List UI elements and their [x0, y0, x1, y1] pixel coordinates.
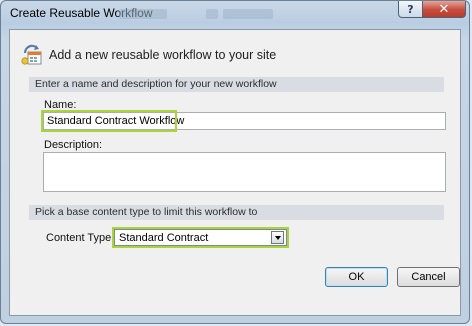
name-label: Name: — [44, 99, 77, 111]
help-button[interactable]: ? — [398, 1, 423, 18]
background-tab-ghost — [223, 9, 273, 19]
background-tab-ghost — [119, 9, 167, 19]
workflow-icon — [21, 44, 42, 65]
content-type-section-header: Pick a base content type to limit this w… — [29, 205, 444, 220]
close-button[interactable]: ✕ — [422, 1, 466, 18]
background-tab-ghost — [206, 9, 218, 19]
dialog-heading: Add a new reusable workflow to your site — [49, 48, 277, 62]
help-icon: ? — [407, 2, 414, 16]
close-icon: ✕ — [438, 1, 450, 17]
dialog-window: Create Reusable Workflow ? ✕ Add a new r — [0, 0, 470, 324]
description-input[interactable] — [43, 152, 446, 192]
dropdown-arrow-button[interactable] — [271, 231, 284, 244]
dialog-body: Add a new reusable workflow to your site… — [9, 29, 461, 316]
chevron-down-icon — [274, 235, 281, 240]
content-type-value: Standard Contract — [119, 231, 209, 244]
ok-button[interactable]: OK — [325, 267, 388, 287]
description-label: Description: — [44, 139, 103, 151]
cancel-button[interactable]: Cancel — [397, 267, 460, 287]
content-type-label: Content Type: — [46, 232, 115, 244]
name-input[interactable] — [43, 112, 446, 130]
content-type-dropdown[interactable]: Standard Contract — [114, 229, 287, 246]
name-description-section-header: Enter a name and description for your ne… — [29, 77, 444, 92]
dialog-header: Add a new reusable workflow to your site — [20, 42, 276, 68]
title-bar[interactable]: Create Reusable Workflow ? ✕ — [1, 1, 469, 27]
